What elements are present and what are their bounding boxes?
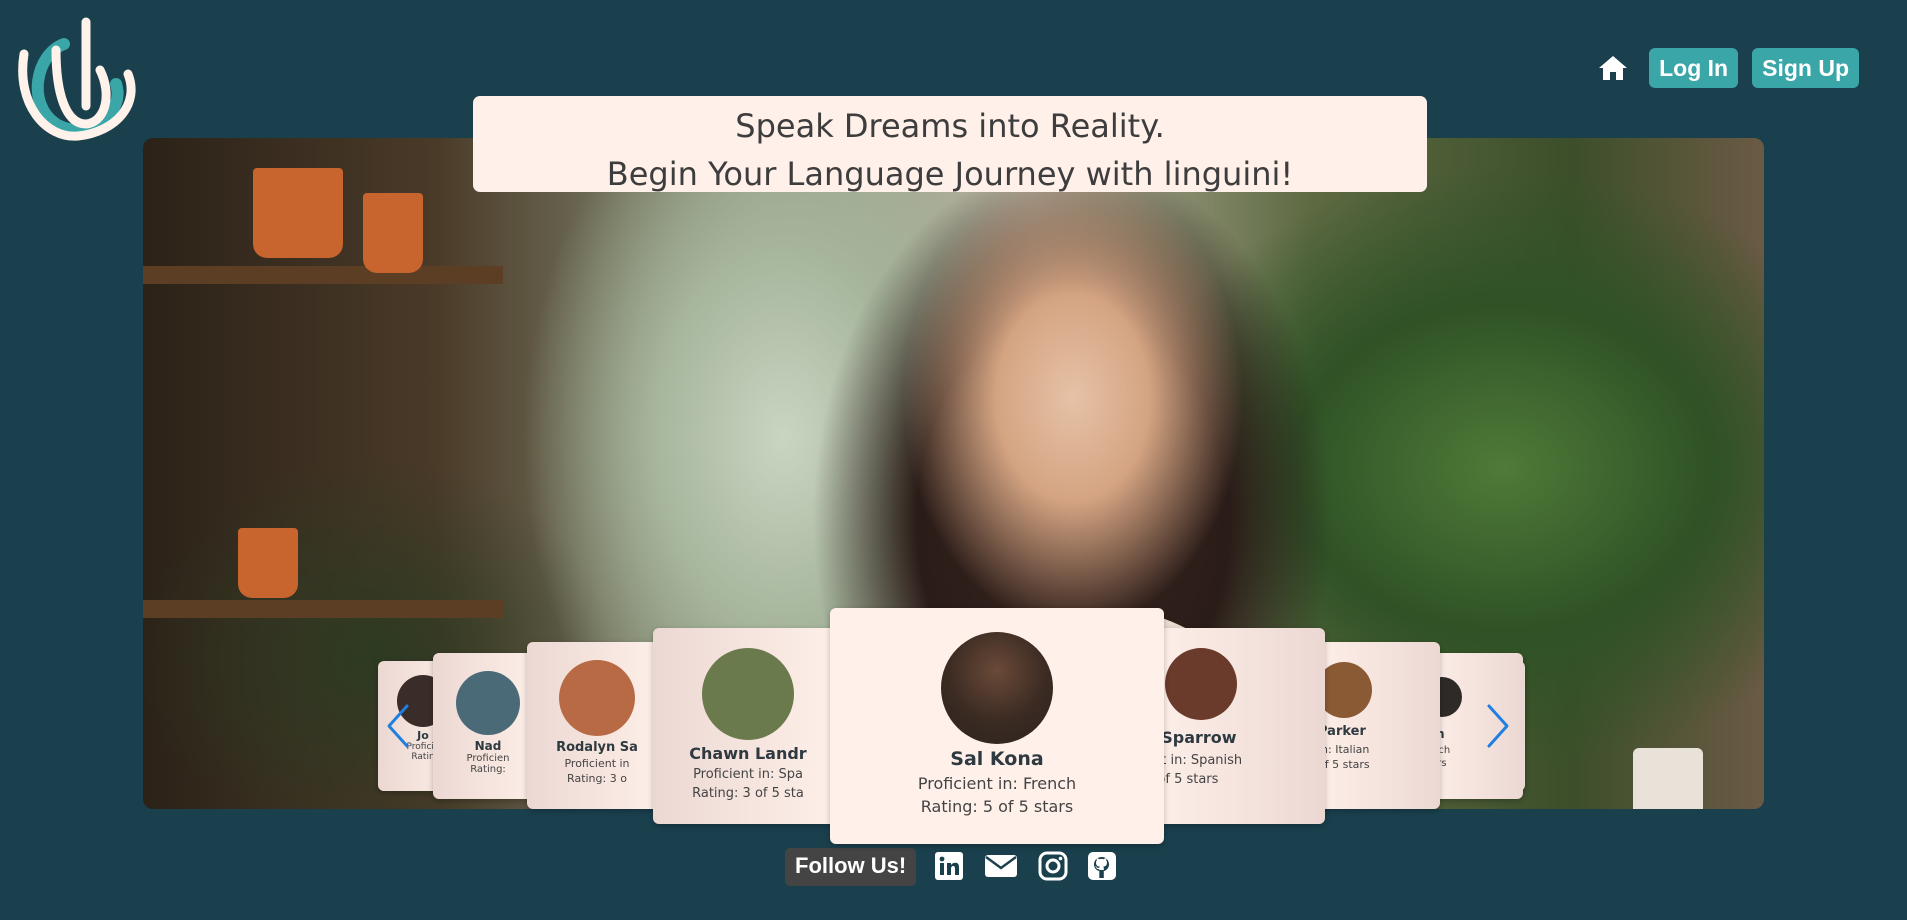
tutor-name: Chawn Landr (689, 744, 807, 763)
tutor-name: k Sparrow (1145, 728, 1237, 747)
tutor-avatar (941, 632, 1053, 744)
follow-us-label: Follow Us! (785, 848, 917, 886)
tutor-card[interactable]: Chawn Landr Proficient in: Spa Rating: 3… (653, 628, 843, 824)
tutor-name: Rodalyn Sa (556, 740, 638, 755)
tutor-card[interactable]: Rodalyn Sa Proficient in Rating: 3 o (527, 642, 667, 809)
tutor-proficiency: Proficient in: Spa (693, 767, 803, 782)
top-nav: Log In Sign Up (1591, 48, 1859, 88)
linguini-logo-icon[interactable] (16, 14, 142, 146)
tutor-name: Parker (1318, 724, 1366, 739)
tutor-avatar (702, 648, 794, 740)
tutor-proficiency: Proficient in (564, 757, 630, 770)
email-icon[interactable] (983, 850, 1019, 882)
tutor-avatar (456, 671, 520, 735)
headline-line-2: Begin Your Language Journey with linguin… (606, 155, 1294, 193)
tutor-rating: 3 of 5 stars (1145, 772, 1219, 787)
headline-line-1: Speak Dreams into Reality. (735, 107, 1165, 145)
tutor-proficiency: in: Italian (1318, 743, 1370, 756)
shelf (143, 266, 503, 284)
tutor-proficiency: Proficient in: French (917, 774, 1077, 793)
tutor-avatar (559, 660, 635, 736)
headline-banner: Speak Dreams into Reality. Begin Your La… (473, 96, 1427, 193)
home-icon[interactable] (1591, 48, 1635, 88)
tutor-rating: Rating: 3 o (567, 772, 627, 785)
tutor-card-active[interactable]: Sal Kona Proficient in: French Rating: 5… (830, 608, 1164, 844)
tutor-card[interactable]: k Sparrow ent in: Spanish 3 of 5 stars (1145, 628, 1325, 824)
chevron-right-icon[interactable] (1480, 696, 1516, 756)
tutor-avatar (1165, 648, 1237, 720)
instagram-icon[interactable] (1037, 850, 1069, 882)
plant-pot (363, 193, 423, 273)
github-icon[interactable] (1086, 850, 1118, 882)
login-button[interactable]: Log In (1649, 48, 1739, 88)
signup-button[interactable]: Sign Up (1752, 48, 1859, 88)
tutor-proficiency: ent in: Spanish (1145, 753, 1243, 768)
chevron-left-icon[interactable] (380, 696, 416, 756)
linkedin-icon[interactable] (933, 850, 965, 882)
tutor-card[interactable]: Parker in: Italian of 5 stars (1310, 642, 1440, 809)
plant-pot (253, 168, 343, 258)
tutor-name: Sal Kona (950, 748, 1044, 770)
tutor-rating: Rating: 3 of 5 sta (692, 786, 804, 801)
pencil-cup (1633, 748, 1703, 809)
tutor-rating: of 5 stars (1318, 758, 1370, 771)
tutor-rating: Rating: 5 of 5 stars (920, 797, 1074, 816)
plant-pot (238, 528, 298, 598)
shelf (143, 600, 503, 618)
